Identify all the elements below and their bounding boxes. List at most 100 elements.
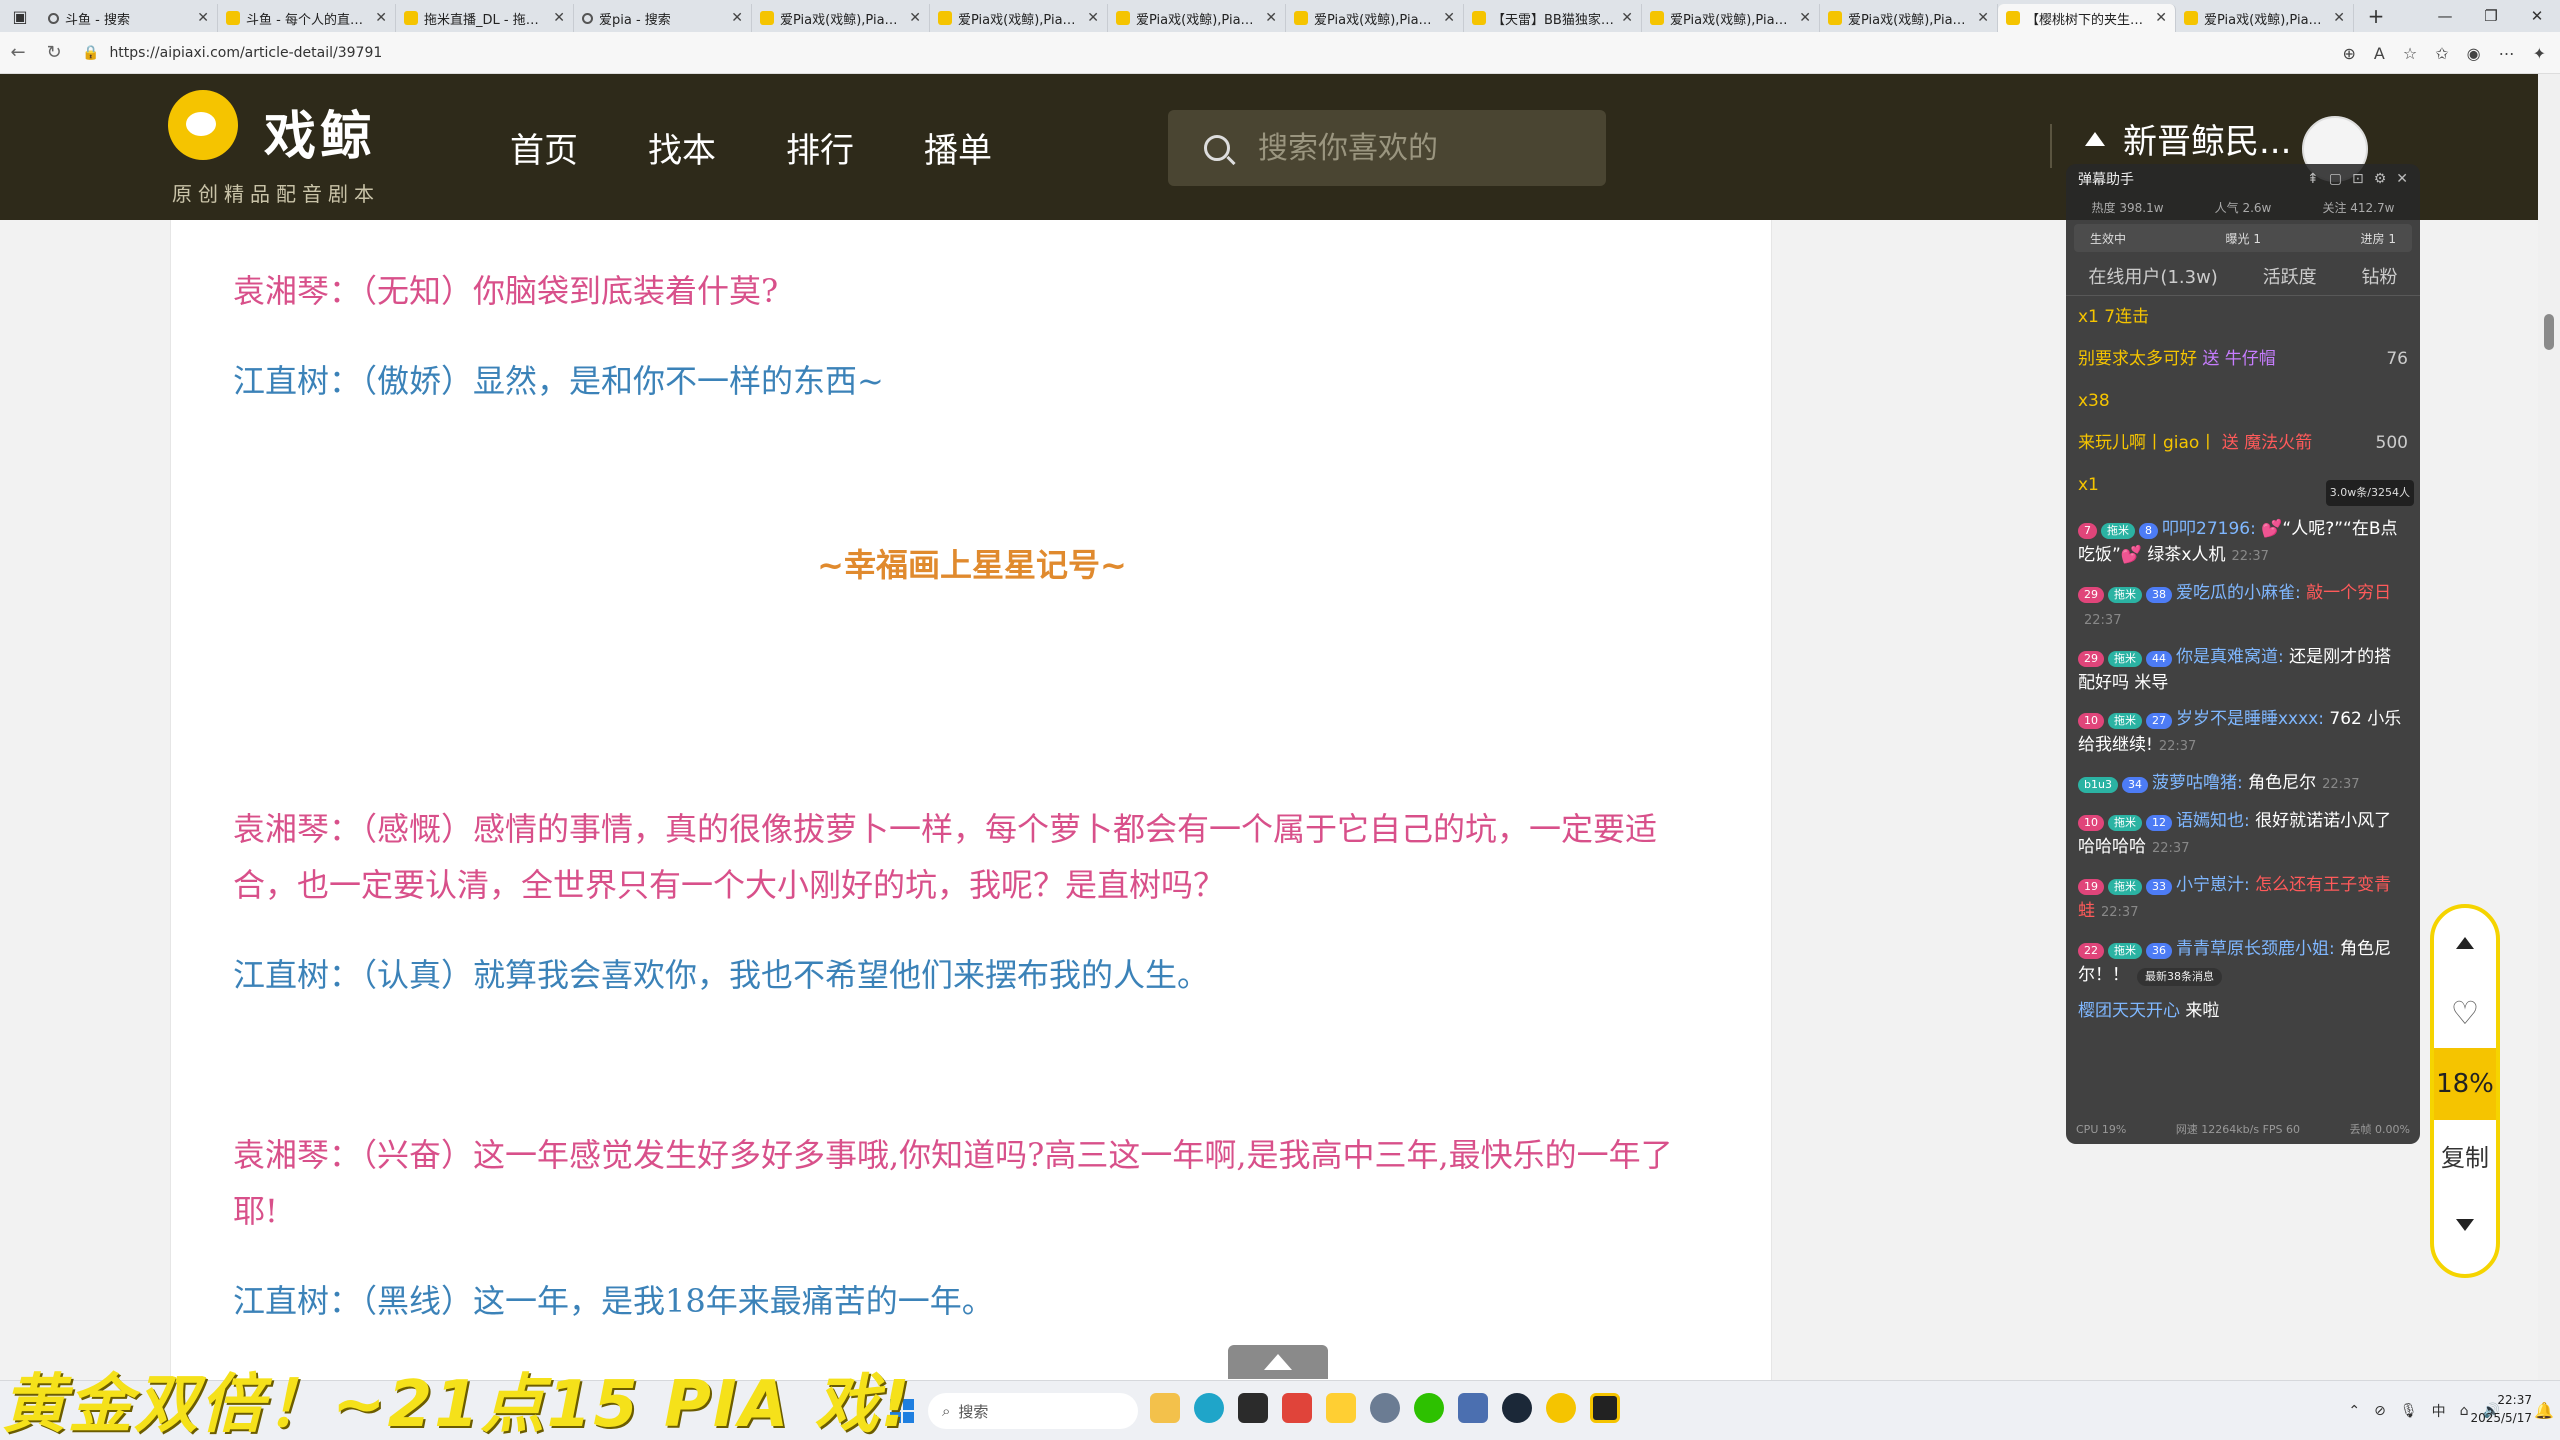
close-icon[interactable]: ✕ xyxy=(2396,171,2408,187)
close-tab-icon[interactable]: ✕ xyxy=(1621,10,1633,26)
browser-tab[interactable]: 爱Pia戏(戏鲸),Pia戏剧本 ✕ xyxy=(930,4,1108,32)
restore-icon[interactable]: ❐ xyxy=(2468,0,2514,32)
scrollbar-thumb[interactable] xyxy=(2544,314,2554,350)
scroll-up-button[interactable] xyxy=(2434,908,2496,978)
browser-tab[interactable]: 爱Pia戏(戏鲸),Pia戏剧本 ✕ xyxy=(1820,4,1998,32)
gift-text: x1 7连击 xyxy=(2078,307,2150,327)
stat-follow: 关注 412.7w xyxy=(2322,200,2395,215)
refresh-icon[interactable]: ↻ xyxy=(36,42,72,63)
close-tab-icon[interactable]: ✕ xyxy=(197,10,209,26)
browser-tab[interactable]: 【天雷】BB猫独家剧本 ✕ xyxy=(1464,4,1642,32)
lock-panel-icon[interactable]: ⊡ xyxy=(2352,171,2364,187)
settings-gear-icon[interactable] xyxy=(1370,1393,1400,1423)
copilot-icon[interactable]: ✦ xyxy=(2533,44,2546,63)
favorite-star-icon[interactable]: ☆ xyxy=(2403,44,2417,63)
back-to-top-button[interactable] xyxy=(1228,1345,1328,1379)
new-messages-pill[interactable]: 最新38条消息 xyxy=(2137,968,2222,986)
copy-button[interactable]: 复制 xyxy=(2434,1120,2496,1190)
wifi-icon[interactable]: ⌂ xyxy=(2460,1403,2469,1419)
close-tab-icon[interactable]: ✕ xyxy=(1443,10,1455,26)
close-tab-icon[interactable]: ✕ xyxy=(2333,10,2345,26)
chat-nick[interactable]: 叩叩27196: xyxy=(2162,519,2256,539)
site-logo[interactable]: 戏鲸 原创精品配音剧本 xyxy=(168,90,388,206)
nav-playlist[interactable]: 播单 xyxy=(924,123,992,172)
chat-nick[interactable]: 菠萝咕噜猪: xyxy=(2152,773,2243,793)
like-button[interactable]: ♡ xyxy=(2434,978,2496,1048)
tab-actions-icon[interactable]: ▣ xyxy=(0,0,40,32)
browser-tab[interactable]: 爱pia - 搜索 ✕ xyxy=(574,4,752,32)
back-icon[interactable]: ← xyxy=(0,42,36,63)
app-whale-icon[interactable] xyxy=(1546,1393,1576,1423)
browser-tab[interactable]: 爱Pia戏(戏鲸),Pia戏剧本 ✕ xyxy=(1286,4,1464,32)
site-search-input[interactable] xyxy=(1258,130,1578,166)
taskbar-search[interactable]: ⌕ 搜索 xyxy=(928,1393,1138,1429)
browser-tab[interactable]: 爱Pia戏(戏鲸),Pia戏剧本 ✕ xyxy=(752,4,930,32)
taskbar-clock[interactable]: 22:37 2025/5/17 xyxy=(2470,1391,2532,1427)
more-icon[interactable]: ⋯ xyxy=(2499,44,2515,63)
network-off-icon[interactable]: ⊘ xyxy=(2374,1403,2386,1419)
app-camera-icon[interactable] xyxy=(1590,1393,1620,1423)
close-tab-icon[interactable]: ✕ xyxy=(1265,10,1277,26)
edge-icon[interactable] xyxy=(1194,1393,1224,1423)
app-red-icon[interactable] xyxy=(1282,1393,1312,1423)
browser-tab[interactable]: 斗鱼 - 每个人的直播平台 ✕ xyxy=(218,4,396,32)
tab-online-users[interactable]: 在线用户(1.3w) xyxy=(2088,263,2217,289)
nav-find-script[interactable]: 找本 xyxy=(648,123,716,172)
close-tab-icon[interactable]: ✕ xyxy=(1087,10,1099,26)
favorites-icon[interactable]: ✩ xyxy=(2435,44,2448,63)
close-tab-icon[interactable]: ✕ xyxy=(1977,10,1989,26)
notification-bell-icon[interactable]: 🔔 xyxy=(2534,1401,2554,1420)
tab-activity[interactable]: 活跃度 xyxy=(2263,263,2317,289)
search-icon[interactable] xyxy=(1204,135,1230,161)
minimize-icon[interactable]: — xyxy=(2422,0,2468,32)
close-tab-icon[interactable]: ✕ xyxy=(909,10,921,26)
user-menu[interactable]: 新晋鲸民... xyxy=(2085,114,2291,163)
close-tab-icon[interactable]: ✕ xyxy=(1799,10,1811,26)
browser-tab[interactable]: 斗鱼 - 搜索 ✕ xyxy=(40,4,218,32)
browser-tab[interactable]: 爱Pia戏(戏鲸),Pia戏剧本 ✕ xyxy=(2176,4,2354,32)
chat-message: 22 拖米 36 青青草原长颈鹿小姐: 角色尼尔！！ 最新38条消息 xyxy=(2078,936,2408,988)
chat-nick[interactable]: 你是真难窝道: xyxy=(2176,647,2284,667)
settings-icon[interactable]: ⚙ xyxy=(2374,171,2387,187)
chat-nick[interactable]: 小宁崽汁: xyxy=(2176,875,2250,895)
app-blue-icon[interactable] xyxy=(1458,1393,1488,1423)
terminal-icon[interactable] xyxy=(1238,1393,1268,1423)
close-tab-icon[interactable]: ✕ xyxy=(375,10,387,26)
steam-icon[interactable] xyxy=(1502,1393,1532,1423)
username: 新晋鲸民... xyxy=(2123,122,2292,162)
wechat-icon[interactable] xyxy=(1414,1393,1444,1423)
pin-icon[interactable]: ⇞ xyxy=(2307,171,2319,187)
url-field[interactable]: 🔒 https://aipiaxi.com/article-detail/397… xyxy=(82,38,2422,68)
chat-nick[interactable]: 语嫣知也: xyxy=(2176,811,2250,831)
window-icon[interactable]: ▢ xyxy=(2329,171,2342,187)
file-explorer-icon[interactable] xyxy=(1150,1393,1180,1423)
chat-nick[interactable]: 青青草原长颈鹿小姐: xyxy=(2176,939,2335,959)
tab-diamond-fans[interactable]: 钻粉 xyxy=(2362,263,2398,289)
new-tab-button[interactable]: + xyxy=(2360,4,2392,28)
close-window-icon[interactable]: ✕ xyxy=(2514,0,2560,32)
scroll-down-button[interactable] xyxy=(2434,1190,2496,1260)
zoom-icon[interactable]: ⊕ xyxy=(2343,44,2356,63)
app-owl-icon[interactable] xyxy=(1326,1393,1356,1423)
tray-chevron-icon[interactable]: ⌃ xyxy=(2348,1403,2360,1419)
level-badge: 10 xyxy=(2078,713,2104,729)
chat-nick[interactable]: 岁岁不是睡睡xxxx: xyxy=(2176,709,2324,729)
chat-nick[interactable]: 爱吃瓜的小麻雀: xyxy=(2176,583,2301,603)
close-tab-icon[interactable]: ✕ xyxy=(731,10,743,26)
close-tab-icon[interactable]: ✕ xyxy=(2155,10,2167,26)
browser-tab[interactable]: 爱Pia戏(戏鲸),Pia戏剧本 ✕ xyxy=(1642,4,1820,32)
page-scrollbar[interactable] xyxy=(2538,74,2560,1380)
chat-nick[interactable]: 樱团天天开心 xyxy=(2078,1001,2180,1021)
browser-tab[interactable]: 爱Pia戏(戏鲸),Pia戏剧本 ✕ xyxy=(1108,4,1286,32)
browser-tab[interactable]: 拖米直播_DL - 拖米直播 ✕ xyxy=(396,4,574,32)
fan-tag-badge: 拖米 xyxy=(2101,523,2135,539)
danmaku-stats: 热度 398.1w 人气 2.6w 关注 412.7w xyxy=(2066,194,2420,220)
nav-home[interactable]: 首页 xyxy=(510,123,578,172)
read-aloud-icon[interactable]: A xyxy=(2374,44,2385,63)
mic-icon[interactable]: 🎙 xyxy=(2400,1403,2418,1419)
browser-tab[interactable]: 【樱桃树下的夹生本】 ✕ xyxy=(1998,4,2176,32)
ime-indicator[interactable]: 中 xyxy=(2432,1401,2446,1421)
close-tab-icon[interactable]: ✕ xyxy=(553,10,565,26)
nav-ranking[interactable]: 排行 xyxy=(786,123,854,172)
profile-icon[interactable]: ◉ xyxy=(2467,44,2481,63)
